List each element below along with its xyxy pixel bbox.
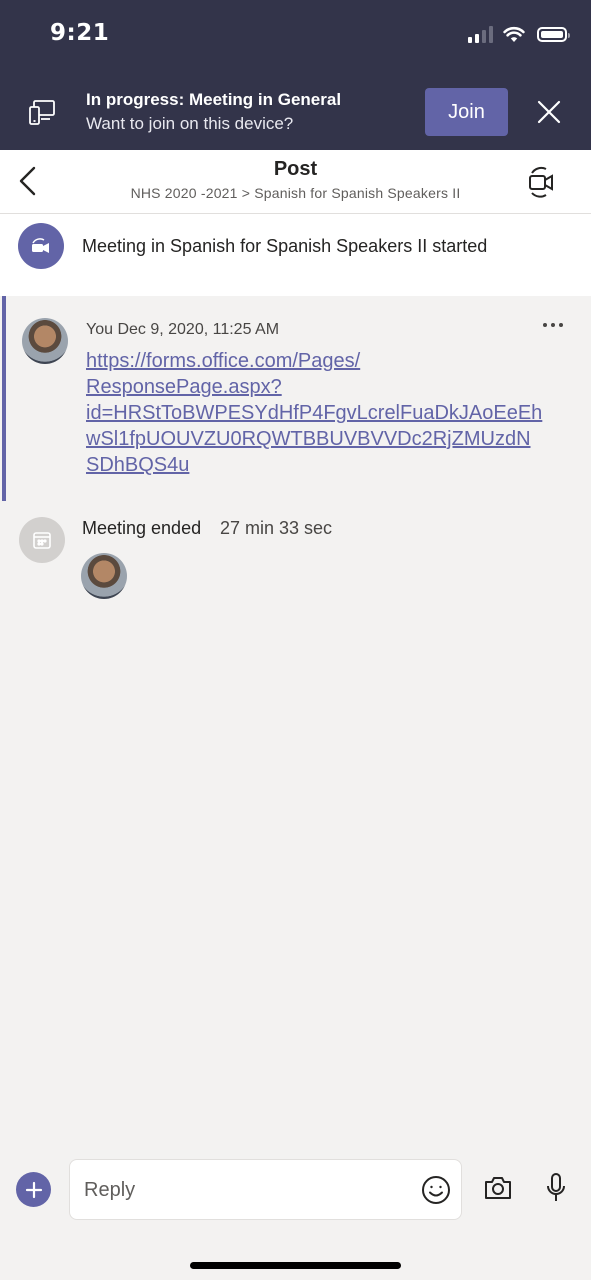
post-message: You Dec 9, 2020, 11:25 AM https://forms.…	[0, 296, 591, 502]
link-line[interactable]: SDhBQS4u	[86, 452, 576, 478]
join-button[interactable]: Join	[425, 88, 508, 136]
plus-icon	[25, 1181, 42, 1198]
avatar[interactable]	[22, 318, 68, 364]
link-line[interactable]: wSl1fpUOUVZU0RQWTBBUVBVVDc2RjZMUzdN	[86, 426, 576, 452]
home-indicator	[190, 1262, 401, 1269]
own-message-accent-bar	[2, 296, 6, 501]
device-transfer-icon	[29, 100, 55, 125]
status-bar: 9:21	[0, 0, 591, 72]
reply-input[interactable]	[82, 1174, 406, 1206]
meeting-duration: 27 min 33 sec	[220, 518, 333, 538]
forms-link[interactable]: https://forms.office.com/Pages/ Response…	[86, 348, 576, 478]
meet-now-icon[interactable]	[527, 166, 555, 198]
meeting-ended-item: Meeting ended 27 min 33 sec	[0, 510, 591, 610]
cellular-signal-icon	[468, 25, 493, 43]
status-icons	[468, 25, 570, 43]
meeting-ended-label: Meeting ended	[82, 518, 202, 538]
post-header: Post NHS 2020 -2021 > Spanish for Spanis…	[0, 150, 591, 214]
meeting-ended-badge	[19, 517, 65, 563]
meeting-video-badge	[18, 223, 64, 269]
wifi-icon	[503, 26, 525, 42]
camera-icon[interactable]	[483, 1174, 513, 1202]
meeting-started-text: Meeting in Spanish for Spanish Speakers …	[82, 236, 488, 256]
video-camera-icon	[32, 238, 49, 253]
status-time: 9:21	[50, 20, 110, 46]
breadcrumb: NHS 2020 -2021 > Spanish for Spanish Spe…	[130, 185, 461, 201]
page-title: Post	[273, 158, 318, 180]
microphone-icon[interactable]	[545, 1172, 567, 1204]
meeting-started-item[interactable]: Meeting in Spanish for Spanish Speakers …	[0, 214, 591, 296]
emoji-icon[interactable]	[421, 1175, 451, 1205]
message-author-time: You Dec 9, 2020, 11:25 AM	[86, 321, 280, 338]
reply-box[interactable]	[69, 1159, 462, 1220]
link-line[interactable]: https://forms.office.com/Pages/	[86, 348, 576, 374]
close-icon[interactable]	[537, 100, 561, 124]
more-options-icon[interactable]	[542, 322, 564, 328]
calendar-icon	[33, 532, 51, 549]
link-line[interactable]: id=HRStToBWPESYdHfP4FgvLcrelFuaDkJAoEeEh	[86, 400, 576, 426]
reply-composer	[0, 1150, 591, 1230]
link-line[interactable]: ResponsePage.aspx?	[86, 374, 576, 400]
battery-icon	[537, 26, 570, 42]
participant-avatar[interactable]	[81, 553, 127, 599]
meeting-in-progress-banner: In progress: Meeting in General Want to …	[0, 72, 591, 150]
banner-subtitle: Want to join on this device?	[86, 114, 294, 133]
add-attachment-button[interactable]	[16, 1172, 51, 1207]
banner-title: In progress: Meeting in General	[86, 90, 342, 109]
